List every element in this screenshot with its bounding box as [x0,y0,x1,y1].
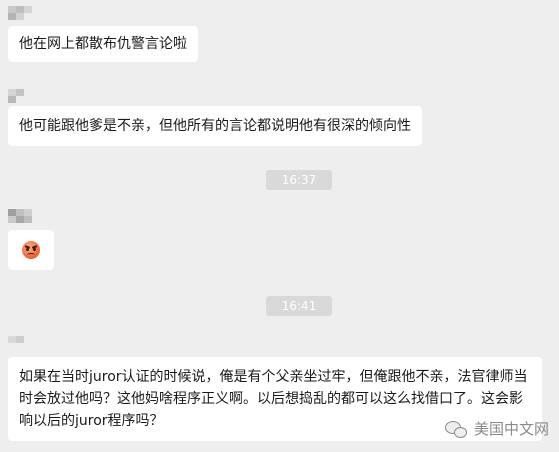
message-text: 他可能跟他爹是不亲，但他所有的言论都说明他有很深的倾向性 [19,118,411,134]
watermark-text: 美国中文网 [473,420,549,438]
message-text: 他在网上都散布仇警言论啦 [19,36,187,52]
angry-face-icon [22,241,40,259]
timestamp-divider: 16:41 [266,296,332,316]
avatar-pixelated [8,89,38,103]
message-bubble[interactable] [8,230,54,270]
timestamp-text: 16:37 [281,173,317,187]
timestamp-divider: 16:37 [266,170,332,190]
message-bubble[interactable]: 他在网上都散布仇警言论啦 [8,26,198,62]
avatar-pixelated [8,6,38,20]
wechat-icon [444,420,469,438]
avatar-pixelated [8,336,38,350]
watermark: 美国中文网 [444,418,549,439]
avatar-pixelated [8,209,38,223]
message-bubble[interactable]: 他可能跟他爹是不亲，但他所有的言论都说明他有很深的倾向性 [8,106,422,146]
timestamp-text: 16:41 [281,299,317,313]
